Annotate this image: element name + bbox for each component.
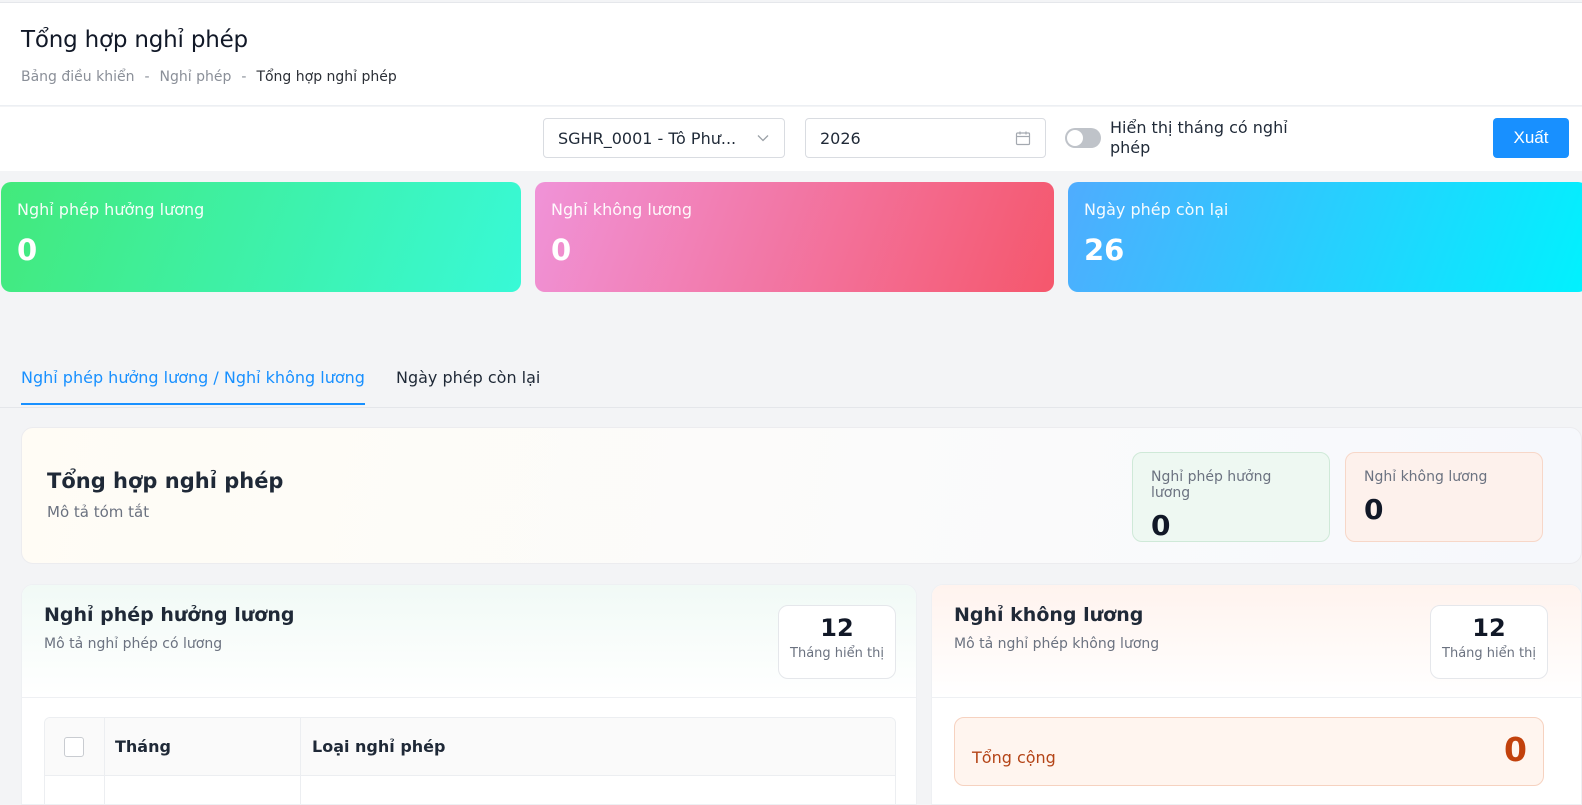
unpaid-months-count-value: 12 [1472,614,1506,642]
filter-bar: SGHR_0001 - Tô Phư... 2026 Hiển thị thán… [0,107,1582,171]
unpaid-leave-title: Nghỉ không lương [954,604,1144,626]
tab-bar: Nghỉ phép hưởng lương / Nghỉ không lương… [0,355,1582,408]
unpaid-total-box: Tổng cộng 0 [954,717,1544,786]
chevron-down-icon [757,135,769,142]
page-title: Tổng hợp nghỉ phép [21,27,248,53]
stat-card-unpaid-leave: Nghỉ không lương 0 [535,182,1054,292]
employee-select-value: SGHR_0001 - Tô Phư... [558,128,737,148]
unpaid-total-value: 0 [1504,730,1527,769]
paid-leave-panel: Nghỉ phép hưởng lương Mô tả nghỉ phép có… [21,584,917,805]
toggle-label: Hiển thị tháng có nghỉ phép [1110,118,1288,157]
breadcrumb-separator: - [144,69,150,85]
paid-months-count-value: 12 [820,614,854,642]
summary-description: Mô tả tóm tắt [47,503,150,521]
stat-value: 0 [551,233,572,267]
stat-label: Ngày phép còn lại [1084,200,1229,219]
employee-select[interactable]: SGHR_0001 - Tô Phư... [543,118,785,158]
paid-leave-title: Nghỉ phép hưởng lương [44,604,295,626]
tab-paid-unpaid-leave[interactable]: Nghỉ phép hưởng lương / Nghỉ không lương [21,368,365,405]
paid-leave-description: Mô tả nghỉ phép có lương [44,636,223,652]
paid-leave-panel-header: Nghỉ phép hưởng lương Mô tả nghỉ phép có… [22,585,916,698]
stat-label: Nghỉ phép hưởng lương [17,200,205,219]
select-all-checkbox[interactable] [64,737,84,757]
unpaid-total-label: Tổng cộng [972,748,1056,767]
unpaid-leave-panel: Nghỉ không lương Mô tả nghỉ phép không l… [931,584,1582,805]
summary-title: Tổng hợp nghỉ phép [47,469,284,493]
column-header-leave-type[interactable]: Loại nghỉ phép [312,737,445,756]
breadcrumb-separator: - [241,69,247,85]
breadcrumb-item-leave[interactable]: Nghỉ phép [160,69,232,85]
table-month-column [105,718,301,804]
stat-card-paid-leave: Nghỉ phép hưởng lương 0 [1,182,521,292]
stat-value: 0 [17,233,38,267]
unpaid-months-count-caption: Tháng hiển thị [1442,646,1536,661]
summary-unpaid-label: Nghỉ không lương [1364,469,1488,485]
breadcrumb-item-current: Tổng hợp nghỉ phép [256,69,397,85]
year-picker-value: 2026 [820,128,861,148]
stat-card-remaining-days: Ngày phép còn lại 26 [1068,182,1582,292]
page-header: Tổng hợp nghỉ phép Bảng điều khiển - Ngh… [0,2,1582,106]
stat-value: 26 [1084,233,1125,267]
unpaid-months-count: 12 Tháng hiển thị [1430,605,1548,679]
tab-remaining-days[interactable]: Ngày phép còn lại [396,368,540,403]
stat-label: Nghỉ không lương [551,200,693,219]
paid-months-count-caption: Tháng hiển thị [790,646,884,661]
table-checkbox-column [45,718,105,804]
paid-leave-table: Tháng Loại nghỉ phép [44,717,896,804]
year-picker[interactable]: 2026 [805,118,1046,158]
calendar-icon [1015,131,1031,146]
summary-unpaid-card: Nghỉ không lương 0 [1345,452,1543,542]
breadcrumb: Bảng điều khiển - Nghỉ phép - Tổng hợp n… [21,69,397,85]
breadcrumb-item-dashboard[interactable]: Bảng điều khiển [21,69,134,85]
show-leave-months-toggle[interactable] [1065,128,1101,148]
toggle-knob [1067,130,1083,146]
paid-months-count: 12 Tháng hiển thị [778,605,896,679]
summary-paid-label: Nghỉ phép hưởng lương [1151,469,1272,501]
unpaid-leave-description: Mô tả nghỉ phép không lương [954,636,1160,652]
summary-unpaid-value: 0 [1364,493,1384,526]
unpaid-leave-panel-header: Nghỉ không lương Mô tả nghỉ phép không l… [932,585,1581,698]
summary-paid-card: Nghỉ phép hưởng lương 0 [1132,452,1330,542]
column-header-month[interactable]: Tháng [115,737,171,756]
export-button[interactable]: Xuất [1493,118,1569,158]
summary-paid-value: 0 [1151,509,1171,542]
summary-panel: Tổng hợp nghỉ phép Mô tả tóm tắt Nghỉ ph… [21,427,1582,564]
